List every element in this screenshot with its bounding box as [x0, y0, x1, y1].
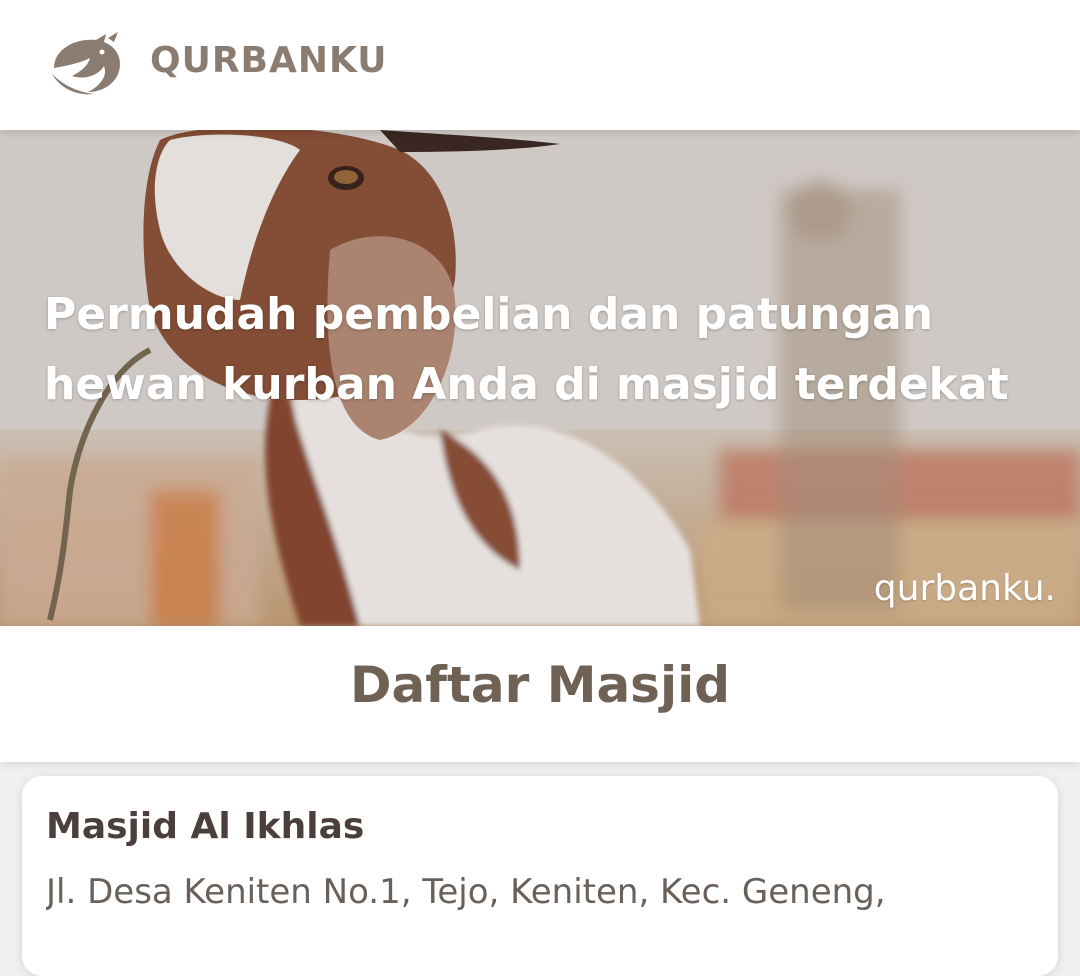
brand-name[interactable]: QURBANKU [150, 40, 387, 81]
mosque-address: Jl. Desa Keniten No.1, Tejo, Keniten, Ke… [46, 872, 886, 912]
app-header: QURBANKU [0, 0, 1080, 130]
hero-banner: Permudah pembelian dan patungan hewan ku… [0, 130, 1080, 626]
goat-logo-icon[interactable] [48, 30, 126, 98]
section-title: Daftar Masjid [349, 656, 731, 714]
hero-title: Permudah pembelian dan patungan hewan ku… [44, 289, 1009, 410]
mosque-name: Masjid Al Ikhlas [46, 806, 365, 847]
section-header: Daftar Masjid [0, 626, 1080, 762]
mosque-card[interactable]: Masjid Al Ikhlas Jl. Desa Keniten No.1, … [22, 776, 1058, 976]
hero-watermark: qurbanku. [873, 568, 1056, 609]
